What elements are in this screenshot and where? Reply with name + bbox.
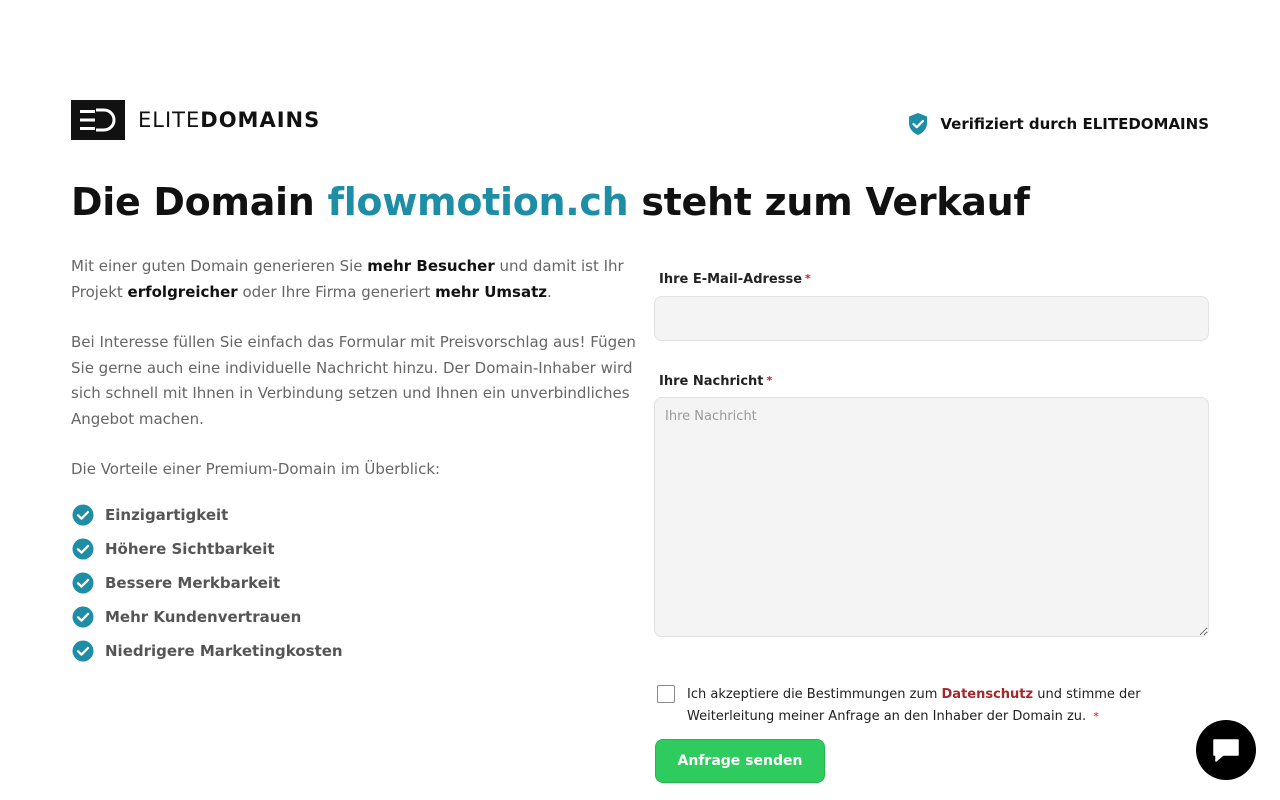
intro-paragraph-1: Mit einer guten Domain generieren Sie me… <box>71 254 636 305</box>
intro-section: Mit einer guten Domain generieren Sie me… <box>71 254 636 668</box>
benefit-item: Mehr Kundenvertrauen <box>71 600 636 634</box>
consent-checkbox[interactable] <box>657 685 675 703</box>
check-circle-icon <box>72 640 94 661</box>
benefit-label: Einzigartigkeit <box>105 505 229 524</box>
benefit-label: Höhere Sichtbarkeit <box>105 539 275 558</box>
brand-name-bold: DOMAINS <box>200 107 321 132</box>
benefits-list: Einzigartigkeit Höhere Sichtbarkeit Bess… <box>71 498 636 668</box>
benefit-item: Niedrigere Marketingkosten <box>71 634 636 668</box>
title-prefix: Die Domain <box>71 180 328 224</box>
benefit-item: Einzigartigkeit <box>71 498 636 532</box>
intro-paragraph-2: Bei Interesse füllen Sie einfach das For… <box>71 333 636 428</box>
check-circle-icon <box>72 606 94 627</box>
shield-check-icon <box>909 113 928 135</box>
intro-text: . <box>547 282 552 301</box>
email-label: Ihre E-Mail-Adresse * <box>659 272 1209 287</box>
title-suffix: steht zum Verkauf <box>628 180 1030 224</box>
intro-emphasis: erfolgreicher <box>127 282 238 301</box>
consent-text-part: Ich akzeptiere die Bestimmungen zum <box>687 687 942 702</box>
message-label-text: Ihre Nachricht <box>659 374 764 389</box>
brand-name-light: ELITE <box>138 107 201 132</box>
benefit-label: Niedrigere Marketingkosten <box>105 641 343 660</box>
chat-bubble-icon <box>1213 739 1239 762</box>
brand-logo[interactable]: ELITEDOMAINS <box>71 100 320 140</box>
ed-monogram-icon <box>80 108 116 132</box>
inquiry-form: Ihre E-Mail-Adresse * Ihre Nachricht * <box>654 272 1209 637</box>
intro-text: oder Ihre Firma generiert <box>237 282 436 301</box>
header: ELITEDOMAINS Verifiziert durch ELITEDOMA… <box>71 100 1209 140</box>
intro-text: Mit einer guten Domain generieren Sie <box>71 257 368 275</box>
intro-emphasis: mehr Besucher <box>367 257 495 275</box>
required-mark: * <box>1093 710 1099 723</box>
benefit-item: Höhere Sichtbarkeit <box>71 532 636 566</box>
consent-text: Ich akzeptiere die Bestimmungen zum Date… <box>687 684 1177 728</box>
required-mark: * <box>766 374 773 387</box>
title-domain: flowmotion.ch <box>327 180 629 224</box>
benefit-label: Bessere Merkbarkeit <box>105 573 281 592</box>
message-label: Ihre Nachricht * <box>659 374 1209 389</box>
consent-row: Ich akzeptiere die Bestimmungen zum Date… <box>657 684 1177 728</box>
intro-emphasis: mehr Umsatz <box>435 282 547 301</box>
check-circle-icon <box>72 572 94 593</box>
benefit-item: Bessere Merkbarkeit <box>71 566 636 600</box>
privacy-link[interactable]: Datenschutz <box>942 687 1034 702</box>
benefits-heading: Die Vorteile einer Premium-Domain im Übe… <box>71 460 441 478</box>
email-field[interactable] <box>654 296 1209 341</box>
verified-badge: Verifiziert durch ELITEDOMAINS <box>908 112 1209 136</box>
logo-mark <box>71 100 125 140</box>
chat-widget-button[interactable] <box>1196 720 1256 780</box>
verified-text: Verifiziert durch ELITEDOMAINS <box>940 115 1209 133</box>
check-circle-icon <box>72 538 94 559</box>
submit-button[interactable]: Anfrage senden <box>655 739 825 783</box>
benefit-label: Mehr Kundenvertrauen <box>105 607 302 626</box>
check-circle-icon <box>72 504 94 525</box>
page-title: Die Domain flowmotion.ch steht zum Verka… <box>71 180 1030 224</box>
brand-name: ELITEDOMAINS <box>138 107 321 132</box>
email-label-text: Ihre E-Mail-Adresse <box>659 272 803 287</box>
message-textarea[interactable] <box>654 397 1209 637</box>
required-mark: * <box>805 272 811 285</box>
